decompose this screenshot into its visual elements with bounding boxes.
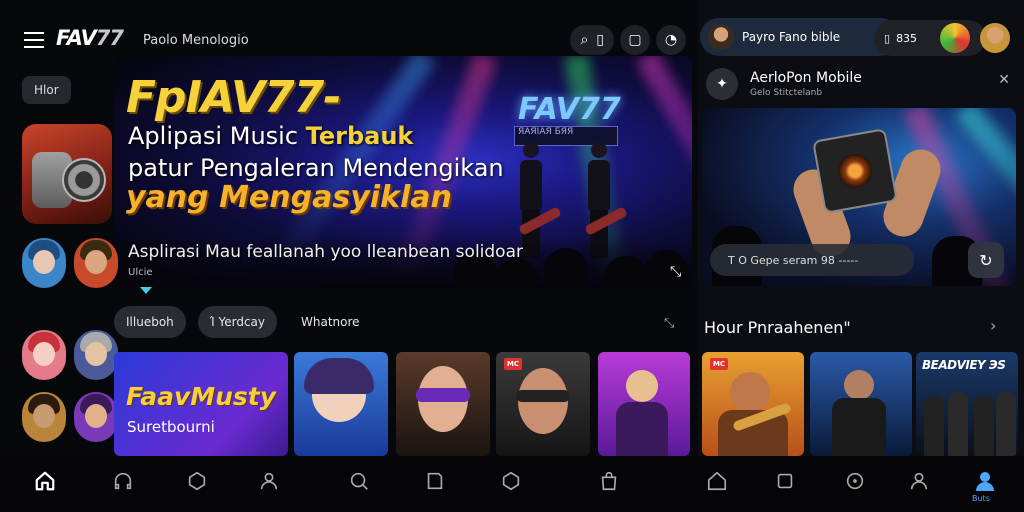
chat-icon: ▯ [884, 31, 891, 45]
user-icon [910, 472, 928, 490]
top-bar: FAV77 Paolo Menologio ⌕ ▯ ▢ ◔ [0, 20, 692, 62]
hero-small-text: Ulcie [128, 267, 153, 278]
bag-icon [601, 471, 617, 491]
side-pane: Payro Fano bible ▯ 835 ✦ AerloPon Mobile… [698, 0, 1024, 456]
search-icon [350, 472, 368, 490]
profile-chip[interactable]: Payro Fano bible [700, 18, 900, 56]
band-card[interactable]: BEADVIEY ЭS [916, 352, 1018, 456]
profile-name: Paolo Menologio [143, 33, 249, 48]
home-icon [707, 471, 727, 491]
hero-description: Asplirasi Mau feallanah yoo lleanbean so… [128, 242, 523, 262]
hexagon-icon [502, 471, 520, 491]
promo-card[interactable]: FaavMusty Suretbourni [114, 352, 288, 456]
filter-chip[interactable]: Whatnore [289, 306, 372, 338]
music-device [812, 128, 898, 214]
nav-home[interactable] [32, 468, 58, 494]
tv-icon: ▢ [628, 32, 642, 48]
nav-home-right[interactable] [704, 468, 730, 494]
stage-logo: FAV77 [518, 92, 621, 127]
refresh-button[interactable]: ↻ [968, 242, 1004, 278]
search-icon: ⌕ [580, 32, 589, 48]
hero-line-1: Aplipasi Music Terbauk [128, 122, 414, 150]
hexagon-icon [188, 471, 206, 491]
avatar[interactable] [74, 330, 118, 380]
home-icon [35, 471, 55, 491]
avatar[interactable] [22, 392, 66, 442]
profile-button[interactable]: ◔ [656, 25, 686, 55]
collapse-icon[interactable]: ⤡ [664, 316, 674, 331]
filter-bar: Illueboh Ί Yerdcay Whatnore [114, 306, 372, 338]
nav-radio[interactable] [110, 468, 136, 494]
close-icon[interactable]: ✕ [998, 72, 1010, 88]
top-actions: ⌕ ▯ ▢ ◔ [570, 25, 686, 55]
hero-line-2: patur Pengaleran Mendengikan [128, 154, 504, 182]
notification[interactable]: ✦ AerloPon Mobile Gelo Stitctelanb ✕ [706, 66, 1018, 102]
avatar[interactable] [22, 330, 66, 380]
nav-box[interactable] [498, 468, 524, 494]
nav-square[interactable] [772, 468, 798, 494]
nav-music[interactable] [842, 468, 868, 494]
chip-label[interactable]: Hlor [22, 76, 71, 104]
robot-thumbnail[interactable] [22, 124, 112, 224]
nav-active-label: Buts [972, 494, 990, 503]
user-icon [976, 472, 994, 491]
artist-card[interactable]: MC [702, 352, 804, 456]
carousel-indicator [140, 287, 152, 294]
portrait-card[interactable] [396, 352, 490, 456]
hero-title: FpIAV77- [126, 72, 342, 123]
video-player[interactable]: T O Gepe seram 98 ----- ↻ [702, 108, 1016, 286]
device-icon: ▯ [596, 32, 604, 48]
nav-profile[interactable] [256, 468, 282, 494]
search-button[interactable]: ⌕ ▯ [570, 25, 614, 55]
nav-library[interactable] [184, 468, 210, 494]
headphones-icon [114, 472, 132, 490]
user-icon: ◔ [664, 32, 678, 48]
app-icon: ✦ [706, 68, 738, 100]
refresh-icon: ↻ [979, 250, 993, 270]
chevron-right-icon[interactable]: › [990, 316, 996, 335]
anime-card[interactable] [294, 352, 388, 456]
section-title: Hour Pnraahenen" [704, 318, 851, 337]
folder-icon [427, 472, 443, 490]
filter-chip[interactable]: Illueboh [114, 306, 186, 338]
nav-files[interactable] [422, 468, 448, 494]
hero-line-3: yang Mengasyiklan [126, 180, 452, 215]
right-actions: ▯ 835 [874, 20, 1014, 56]
nav-user[interactable] [906, 468, 932, 494]
avatar[interactable] [940, 23, 970, 53]
app-logo: FAV77 [56, 26, 124, 50]
menu-icon[interactable] [24, 32, 44, 48]
artist-card[interactable] [810, 352, 912, 456]
filter-chip[interactable]: Ί Yerdcay [197, 306, 277, 338]
artist-card[interactable] [598, 352, 690, 456]
avatar[interactable] [22, 238, 66, 288]
nav-store[interactable] [596, 468, 622, 494]
playback-chip[interactable]: T O Gepe seram 98 ----- [710, 244, 914, 276]
tv-button[interactable]: ▢ [620, 25, 650, 55]
portrait-card[interactable]: MC [496, 352, 590, 456]
main-pane: FAV77 ЯАЯIАЯ БЯЯ ⤡ FAV77 Paolo Menologio… [0, 0, 692, 456]
avatar[interactable] [74, 392, 118, 442]
nav-account-active[interactable] [972, 468, 998, 494]
avatar[interactable] [74, 238, 118, 288]
avatar [708, 24, 734, 50]
user-icon [260, 472, 278, 490]
bottom-nav: Buts [0, 456, 1024, 512]
expand-icon[interactable]: ⤡ [670, 264, 688, 282]
square-icon [777, 473, 793, 489]
disc-icon [846, 472, 864, 490]
nav-search[interactable] [346, 468, 372, 494]
avatar[interactable] [980, 23, 1010, 53]
